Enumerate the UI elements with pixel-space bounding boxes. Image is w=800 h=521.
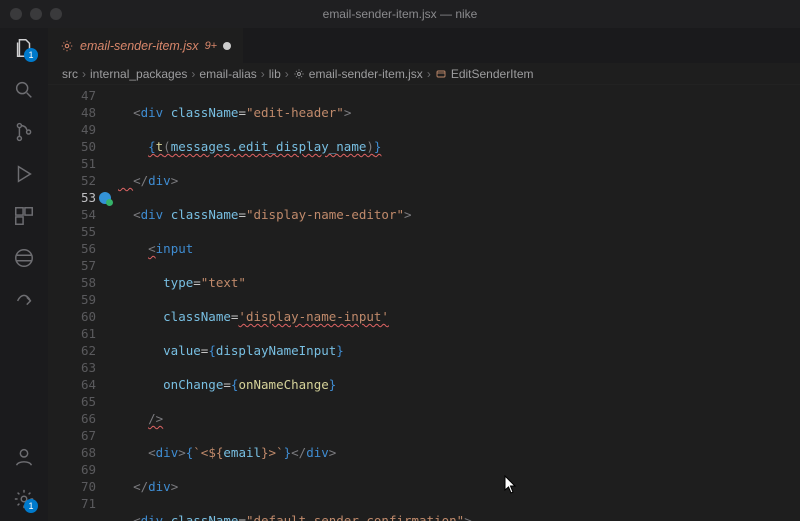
line-number[interactable]: 68 <box>48 444 118 461</box>
line-number[interactable]: 50 <box>48 138 118 155</box>
share-icon[interactable] <box>12 288 36 312</box>
breadcrumb[interactable]: src › internal_packages › email-alias › … <box>48 63 800 85</box>
line-number[interactable]: 64 <box>48 376 118 393</box>
chevron-right-icon: › <box>191 67 195 81</box>
line-number[interactable]: 65 <box>48 393 118 410</box>
tab-problem-count: 9+ <box>205 40 218 52</box>
chevron-right-icon: › <box>285 67 289 81</box>
line-number[interactable]: 58 <box>48 274 118 291</box>
line-number[interactable]: 62 <box>48 342 118 359</box>
line-number[interactable]: 57 <box>48 257 118 274</box>
window-title: email-sender-item.jsx — nike <box>0 7 800 21</box>
explorer-badge: 1 <box>24 48 38 62</box>
extensions-icon[interactable] <box>12 204 36 228</box>
crumb-src[interactable]: src <box>62 67 78 81</box>
settings-badge: 1 <box>24 499 38 513</box>
line-number[interactable]: 48 <box>48 104 118 121</box>
close-window-icon[interactable] <box>10 8 22 20</box>
chevron-right-icon: › <box>427 67 431 81</box>
jsx-file-icon <box>60 39 74 53</box>
line-number[interactable]: 67 <box>48 427 118 444</box>
line-number[interactable]: 52 <box>48 172 118 189</box>
search-icon[interactable] <box>12 78 36 102</box>
minimize-window-icon[interactable] <box>30 8 42 20</box>
line-number[interactable]: 59 <box>48 291 118 308</box>
tab-email-sender-item[interactable]: email-sender-item.jsx 9+ <box>48 28 243 63</box>
line-number[interactable]: 51 <box>48 155 118 172</box>
tab-dirty-indicator <box>223 42 231 50</box>
chevron-right-icon: › <box>82 67 86 81</box>
activity-bar: 1 1 <box>0 28 48 521</box>
line-number[interactable]: 61 <box>48 325 118 342</box>
line-number-gutter[interactable]: 4748495051525354555657585960616263646566… <box>48 85 118 521</box>
code-content[interactable]: <div className="edit-header"> {t(message… <box>118 85 800 521</box>
line-number[interactable]: 47 <box>48 87 118 104</box>
crumb-lib[interactable]: lib <box>269 67 281 81</box>
remote-icon[interactable] <box>12 246 36 270</box>
tab-filename: email-sender-item.jsx <box>80 39 199 53</box>
line-number[interactable]: 70 <box>48 478 118 495</box>
code-editor[interactable]: 4748495051525354555657585960616263646566… <box>48 85 800 521</box>
tab-bar: email-sender-item.jsx 9+ <box>48 28 800 63</box>
source-control-icon[interactable] <box>12 120 36 144</box>
crumb-file[interactable]: email-sender-item.jsx <box>309 67 423 81</box>
line-number[interactable]: 54 <box>48 206 118 223</box>
line-number[interactable]: 66 <box>48 410 118 427</box>
line-number[interactable]: 71 <box>48 495 118 512</box>
account-icon[interactable] <box>12 445 36 469</box>
zoom-window-icon[interactable] <box>50 8 62 20</box>
line-number[interactable]: 55 <box>48 223 118 240</box>
line-number[interactable]: 60 <box>48 308 118 325</box>
explorer-icon[interactable]: 1 <box>12 36 36 60</box>
titlebar: email-sender-item.jsx — nike <box>0 0 800 28</box>
window-controls[interactable] <box>10 8 62 20</box>
breakpoint-hint-icon[interactable] <box>96 189 114 206</box>
jsx-file-icon <box>293 68 305 80</box>
settings-gear-icon[interactable]: 1 <box>12 487 36 511</box>
run-debug-icon[interactable] <box>12 162 36 186</box>
line-number[interactable]: 56 <box>48 240 118 257</box>
line-number[interactable]: 69 <box>48 461 118 478</box>
symbol-class-icon <box>435 68 447 80</box>
crumb-symbol[interactable]: EditSenderItem <box>451 67 534 81</box>
chevron-right-icon: › <box>261 67 265 81</box>
crumb-alias[interactable]: email-alias <box>199 67 256 81</box>
line-number[interactable]: 49 <box>48 121 118 138</box>
crumb-internal[interactable]: internal_packages <box>90 67 187 81</box>
line-number[interactable]: 63 <box>48 359 118 376</box>
editor-area: email-sender-item.jsx 9+ src › internal_… <box>48 28 800 521</box>
